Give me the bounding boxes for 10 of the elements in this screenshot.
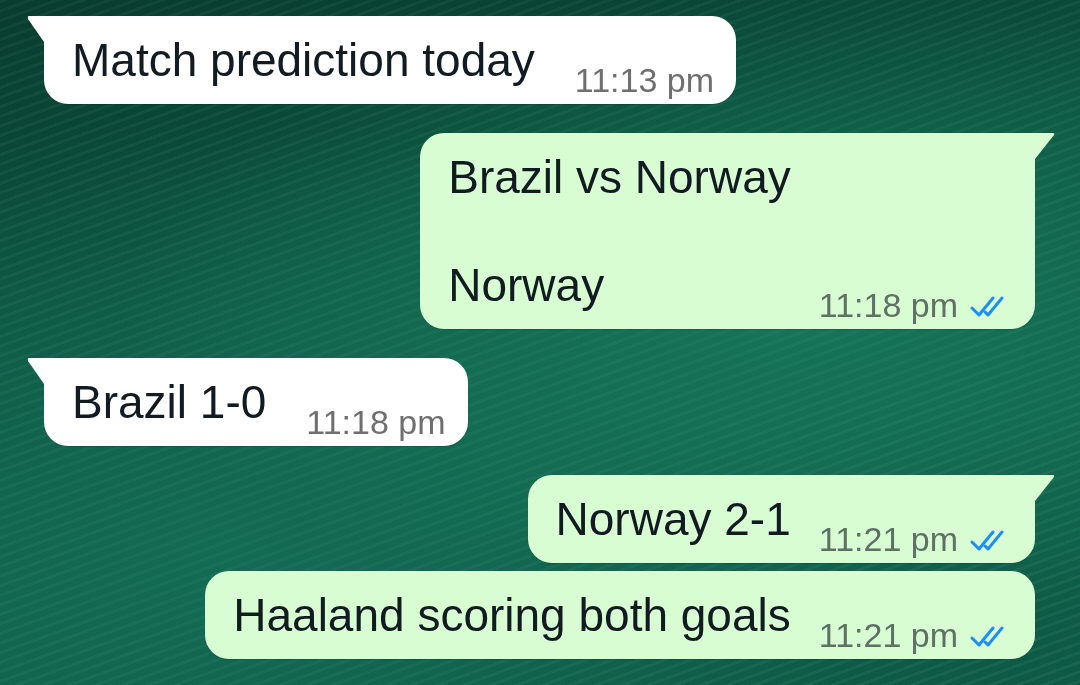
message-text: Brazil vs Norway Norway xyxy=(448,150,791,312)
message-text: Brazil 1-0 xyxy=(72,375,267,429)
message-time: 11:21 pm xyxy=(818,618,958,652)
message-text: Norway 2-1 xyxy=(555,492,791,546)
message-time: 11:21 pm xyxy=(818,522,958,556)
message-time: 11:18 pm xyxy=(306,405,446,439)
message-text: Haaland scoring both goals xyxy=(233,588,791,642)
message-text: Match prediction today xyxy=(72,33,535,87)
message-time: 11:13 pm xyxy=(574,63,715,97)
message-time: 11:18 pm xyxy=(818,288,958,322)
